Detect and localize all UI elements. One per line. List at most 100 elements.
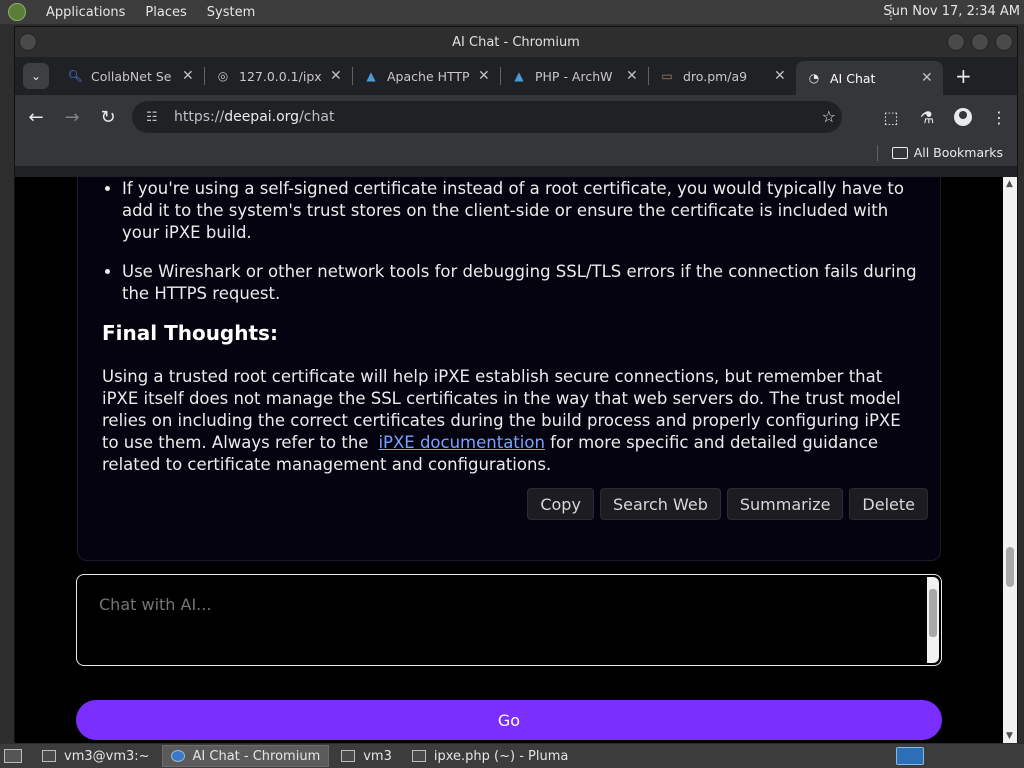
address-bar[interactable]: ☷ https://deepai.org/chat ☆ <box>132 101 842 133</box>
panel-clock[interactable]: Sun Nov 17, 2:34 AM <box>883 4 1020 19</box>
globe-icon: ◎ <box>217 69 229 83</box>
deepai-icon: ◔ <box>808 71 820 85</box>
list-item: If you're using a self-signed certificat… <box>122 178 922 244</box>
taskbar-item-files[interactable]: vm3 <box>333 745 400 767</box>
scroll-down-icon[interactable]: ▼ <box>1006 731 1013 741</box>
close-icon[interactable]: ✕ <box>330 68 344 84</box>
ai-message-card: If you're using a self-signed certificat… <box>77 177 941 561</box>
arch-icon: ▲ <box>514 69 524 83</box>
window-menu-button[interactable] <box>19 33 37 51</box>
bookmarks-separator <box>876 144 878 161</box>
menu-places[interactable]: Places <box>145 5 186 20</box>
search-web-button[interactable]: Search Web <box>599 488 721 520</box>
list-item: Use Wireshark or other network tools for… <box>122 261 922 305</box>
taskbar-item-chromium[interactable]: AI Chat - Chromium <box>161 745 330 767</box>
extensions-button[interactable]: ⬚ <box>873 99 909 135</box>
scrollbar-thumb[interactable] <box>1006 547 1014 587</box>
url-scheme: https:// <box>174 109 225 125</box>
ipxe-documentation-link[interactable]: iPXE documentation <box>378 433 544 452</box>
chevron-down-icon: ⌄ <box>30 69 42 83</box>
show-desktop-icon[interactable] <box>4 749 22 763</box>
tab-collabnet[interactable]: 🔍︎ CollabNet Se ✕ <box>57 61 204 91</box>
close-icon[interactable]: ✕ <box>478 68 492 84</box>
flask-icon: ⚗ <box>919 107 935 127</box>
bottom-taskbar: vm3@vm3:~ AI Chat - Chromium vm3 ipxe.ph… <box>0 744 1024 768</box>
chat-input-scrollbar[interactable] <box>927 577 939 663</box>
taskbar-label: vm3 <box>363 748 392 764</box>
taskbar-label: AI Chat - Chromium <box>192 748 321 764</box>
close-icon[interactable]: ✕ <box>921 70 935 86</box>
page-viewport: If you're using a self-signed certificat… <box>15 177 1005 743</box>
window-title: AI Chat - Chromium <box>452 34 580 50</box>
tab-label: dro.pm/a9 <box>683 68 748 84</box>
all-bookmarks-button[interactable]: All Bookmarks <box>914 145 1003 160</box>
taskbar-item-pluma[interactable]: ipxe.php (~) - Pluma <box>404 745 576 767</box>
arch-icon: ▲ <box>366 69 376 83</box>
workspace-switcher[interactable] <box>896 747 924 765</box>
taskbar-item-terminal[interactable]: vm3@vm3:~ <box>34 745 158 767</box>
tab-localhost-ipxe[interactable]: ◎ 127.0.0.1/ipx ✕ <box>205 61 352 91</box>
folder-icon: ▭ <box>661 69 673 83</box>
taskbar-label: vm3@vm3:~ <box>64 748 150 764</box>
bookmarks-bar: All Bookmarks <box>15 139 1017 167</box>
go-button[interactable]: Go <box>76 700 942 740</box>
new-tab-button[interactable]: + <box>955 64 972 88</box>
close-icon[interactable]: ✕ <box>774 68 788 84</box>
bookmark-star-icon[interactable]: ☆ <box>822 107 836 126</box>
chromium-icon <box>170 750 185 762</box>
close-window-button[interactable] <box>995 33 1013 51</box>
arrow-right-icon: → <box>64 106 80 128</box>
tab-label: Apache HTTP <box>387 68 470 84</box>
site-settings-icon[interactable]: ☷ <box>146 110 162 125</box>
url-host: deepai.org <box>224 109 300 125</box>
applications-icon[interactable] <box>8 3 26 21</box>
tab-strip: ⌄ 🔍︎ CollabNet Se ✕ ◎ 127.0.0.1/ipx ✕ ▲ … <box>15 57 1017 95</box>
tab-label: CollabNet Se <box>91 68 172 84</box>
browser-window: AI Chat - Chromium ⌄ 🔍︎ CollabNet Se ✕ ◎… <box>14 26 1018 743</box>
avatar-icon <box>954 108 972 126</box>
tab-php-archwiki[interactable]: ▲ PHP - ArchW ✕ <box>501 61 648 91</box>
summarize-button[interactable]: Summarize <box>726 488 844 520</box>
menu-button[interactable]: ⋮ <box>981 99 1017 135</box>
kebab-menu-icon: ⋮ <box>991 107 1007 127</box>
back-button[interactable]: ← <box>19 100 53 134</box>
close-icon[interactable]: ✕ <box>626 68 640 84</box>
tab-search-button[interactable]: ⌄ <box>23 63 49 89</box>
message-actions: Copy Search Web Summarize Delete <box>521 488 928 520</box>
terminal-icon <box>42 750 56 762</box>
window-titlebar[interactable]: AI Chat - Chromium <box>15 27 1017 57</box>
menu-applications[interactable]: Applications <box>46 5 125 20</box>
delete-button[interactable]: Delete <box>849 488 928 520</box>
maximize-button[interactable] <box>971 33 989 51</box>
browser-toolbar: ← → ↻ ☷ https://deepai.org/chat ☆ ⬚ ⚗ ⋮ <box>15 95 1017 139</box>
message-bullet-list: If you're using a self-signed certificat… <box>102 178 922 322</box>
page-scrollbar[interactable]: ▲ ▼ <box>1003 177 1017 743</box>
menu-system[interactable]: System <box>207 5 255 20</box>
tab-ai-chat[interactable]: ◔ AI Chat ✕ <box>796 61 943 95</box>
search-icon: 🔍︎ <box>67 69 83 83</box>
profile-button[interactable] <box>945 99 981 135</box>
url-path: /chat <box>299 109 335 125</box>
reload-icon: ↻ <box>100 106 116 128</box>
close-icon[interactable]: ✕ <box>182 68 196 84</box>
scroll-up-icon[interactable]: ▲ <box>1006 179 1013 189</box>
puzzle-icon: ⬚ <box>883 107 899 127</box>
tab-apache-http[interactable]: ▲ Apache HTTP ✕ <box>353 61 500 91</box>
tab-dro-pm[interactable]: ▭ dro.pm/a9 ✕ <box>649 61 796 91</box>
labs-button[interactable]: ⚗ <box>909 99 945 135</box>
tab-label: PHP - ArchW <box>535 68 613 84</box>
text-editor-icon <box>411 750 426 762</box>
taskbar-label: ipxe.php (~) - Pluma <box>433 748 569 764</box>
message-paragraph: Using a trusted root certificate will he… <box>102 366 922 476</box>
chat-input-box[interactable] <box>76 574 942 666</box>
minimize-button[interactable] <box>947 33 965 51</box>
message-heading: Final Thoughts: <box>102 321 278 345</box>
scrollbar-thumb[interactable] <box>929 589 937 637</box>
folder-icon <box>891 146 908 159</box>
copy-button[interactable]: Copy <box>527 488 594 520</box>
chat-input[interactable] <box>99 595 899 655</box>
reload-button[interactable]: ↻ <box>91 100 125 134</box>
forward-button[interactable]: → <box>55 100 89 134</box>
panel-menus: Applications Places System <box>0 3 275 21</box>
tab-label: AI Chat <box>830 70 876 86</box>
